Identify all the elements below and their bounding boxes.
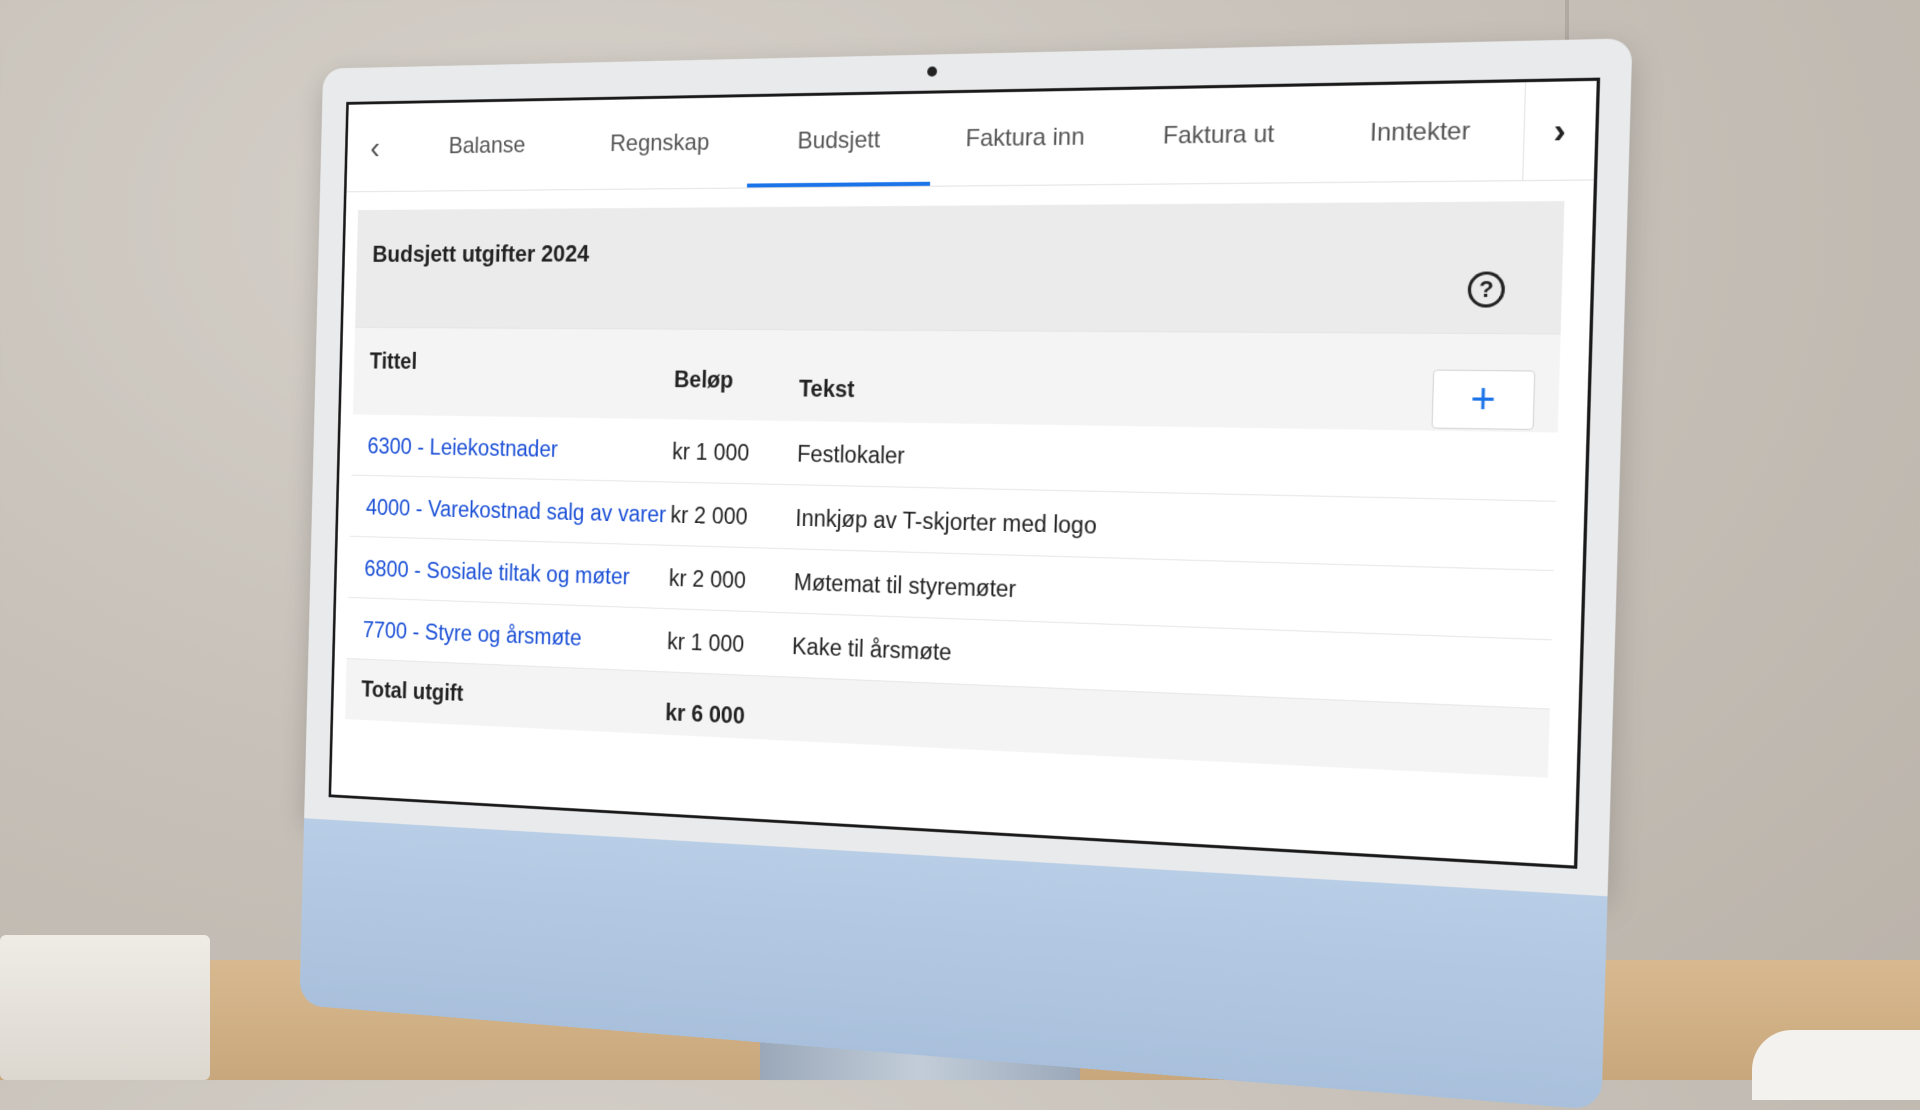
row-title-link[interactable]: 4000 - Varekostnad salg av varer <box>366 495 667 528</box>
row-title-link[interactable]: 6300 - Leiekostnader <box>367 433 558 462</box>
chevron-left-icon: ‹ <box>369 129 381 166</box>
mug <box>1752 1030 1920 1100</box>
column-header-amount: Beløp <box>673 366 734 393</box>
total-amount: kr 6 000 <box>664 699 746 729</box>
column-header-text: Tekst <box>798 375 855 403</box>
tab-faktura-inn[interactable]: Faktura inn <box>930 90 1122 186</box>
tab-bar: ‹ Balanse Regnskap Budsjett Faktura inn … <box>346 80 1597 193</box>
card-title: Budsjett utgifter 2024 <box>372 241 590 268</box>
tab-faktura-ut[interactable]: Faktura ut <box>1119 86 1319 184</box>
row-text: Innkjøp av T-skjorter med logo <box>795 505 1098 539</box>
desk-box <box>0 935 210 1080</box>
monitor-bezel: ‹ Balanse Regnskap Budsjett Faktura inn … <box>304 38 1633 897</box>
column-header-title: Tittel <box>369 348 418 374</box>
row-title-link[interactable]: 7700 - Styre og årsmøte <box>363 617 582 651</box>
plus-icon: + <box>1469 375 1497 423</box>
chevron-right-icon: › <box>1553 109 1567 151</box>
add-budget-line-button[interactable]: + <box>1431 369 1536 431</box>
row-amount: kr 1 000 <box>671 438 750 466</box>
row-text: Festlokaler <box>796 440 906 469</box>
row-title-link[interactable]: 6800 - Sosiale tiltak og møter <box>364 556 630 590</box>
screen: ‹ Balanse Regnskap Budsjett Faktura inn … <box>328 77 1601 869</box>
app-window: ‹ Balanse Regnskap Budsjett Faktura inn … <box>331 80 1597 866</box>
row-amount: kr 2 000 <box>670 502 748 530</box>
tab-regnskap[interactable]: Regnskap <box>571 97 749 189</box>
monitor: ‹ Balanse Regnskap Budsjett Faktura inn … <box>299 38 1633 1110</box>
tab-budsjett[interactable]: Budsjett <box>747 94 932 188</box>
budget-card: Budsjett utgifter 2024 ? Tittel Beløp Te… <box>344 201 1565 840</box>
tabs-next-button[interactable]: › <box>1522 80 1597 181</box>
row-amount: kr 2 000 <box>668 565 747 594</box>
card-header: Budsjett utgifter 2024 ? <box>355 201 1565 334</box>
question-circle-icon[interactable]: ? <box>1467 271 1506 308</box>
row-text: Møtemat til styremøter <box>793 569 1017 603</box>
camera-dot <box>927 66 938 77</box>
tab-inntekter[interactable]: Inntekter <box>1317 82 1525 182</box>
tabs: Balanse Regnskap Budsjett Faktura inn Fa… <box>402 82 1525 191</box>
total-label: Total utgift <box>361 676 464 706</box>
row-amount: kr 1 000 <box>666 628 745 657</box>
tab-balanse[interactable]: Balanse <box>402 100 574 190</box>
tabs-prev-button[interactable]: ‹ <box>347 104 404 192</box>
row-text: Kake til årsmøte <box>791 633 952 666</box>
